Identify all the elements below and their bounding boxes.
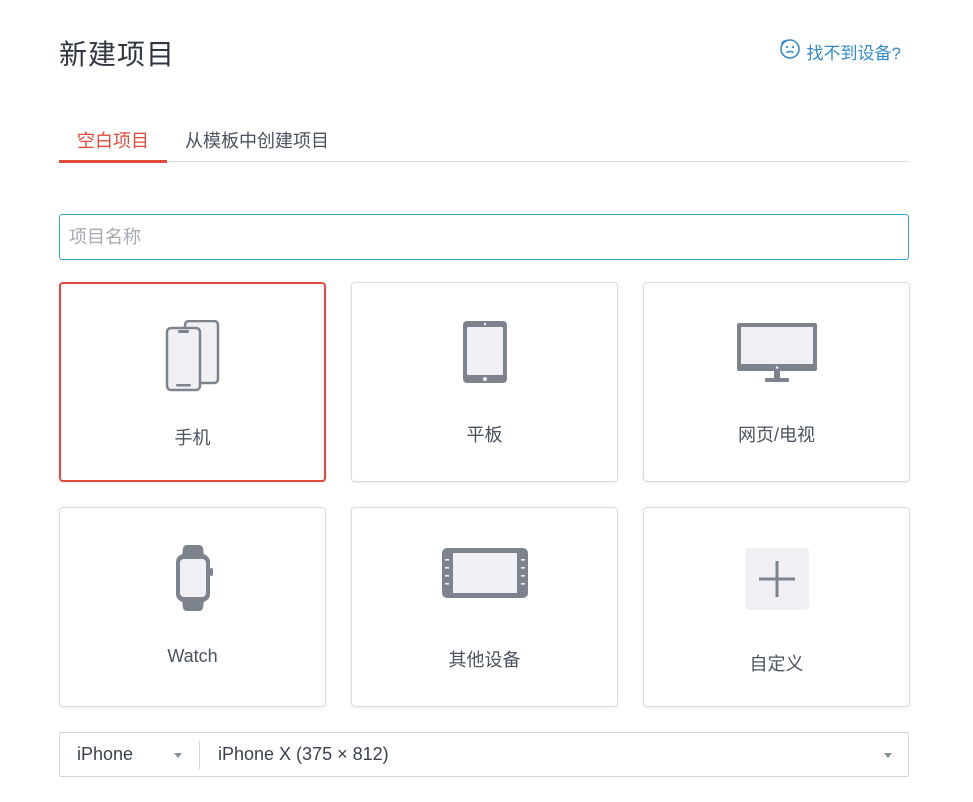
- page-title: 新建项目: [59, 39, 176, 70]
- plus-icon: [744, 548, 809, 610]
- project-tabs: 空白项目 从模板中创建项目: [59, 117, 909, 163]
- device-select[interactable]: iPhone: [60, 740, 200, 769]
- other-device-icon: [441, 544, 529, 600]
- device-card-label: 自定义: [749, 654, 804, 674]
- project-name-input[interactable]: [59, 214, 909, 260]
- help-link-label: 找不到设备?: [806, 44, 901, 63]
- monitor-icon: [736, 319, 818, 385]
- tab-blank-project[interactable]: 空白项目: [59, 117, 167, 163]
- device-size-selectors: iPhone iPhone X (375 × 812): [59, 732, 909, 777]
- device-card-other[interactable]: 其他设备: [351, 507, 618, 707]
- tab-from-template[interactable]: 从模板中创建项目: [167, 117, 347, 162]
- model-select-value: iPhone X (375 × 812): [218, 744, 389, 764]
- device-card-phone[interactable]: 手机: [59, 282, 326, 482]
- phone-icon: [165, 320, 221, 392]
- chevron-down-icon: [884, 753, 892, 758]
- device-card-web-tv[interactable]: 网页/电视: [643, 282, 910, 482]
- device-card-tablet[interactable]: 平板: [351, 282, 618, 482]
- device-card-label: Watch: [167, 646, 218, 666]
- device-not-found-link[interactable]: 找不到设备?: [779, 38, 901, 65]
- device-card-custom[interactable]: 自定义: [643, 507, 910, 707]
- help-face-icon: [779, 38, 801, 65]
- device-card-label: 其他设备: [448, 650, 521, 670]
- tablet-icon: [461, 319, 509, 385]
- chevron-down-icon: [174, 752, 182, 758]
- device-type-grid: 手机 平板 网页/电视 Watch 其他设备 自定义: [59, 282, 910, 707]
- device-card-label: 平板: [466, 425, 503, 445]
- device-card-watch[interactable]: Watch: [59, 507, 326, 707]
- device-card-label: 手机: [174, 428, 211, 448]
- device-card-label: 网页/电视: [737, 425, 815, 445]
- watch-icon: [172, 544, 214, 612]
- model-select[interactable]: iPhone X (375 × 812): [200, 733, 908, 776]
- device-select-value: iPhone: [77, 744, 134, 764]
